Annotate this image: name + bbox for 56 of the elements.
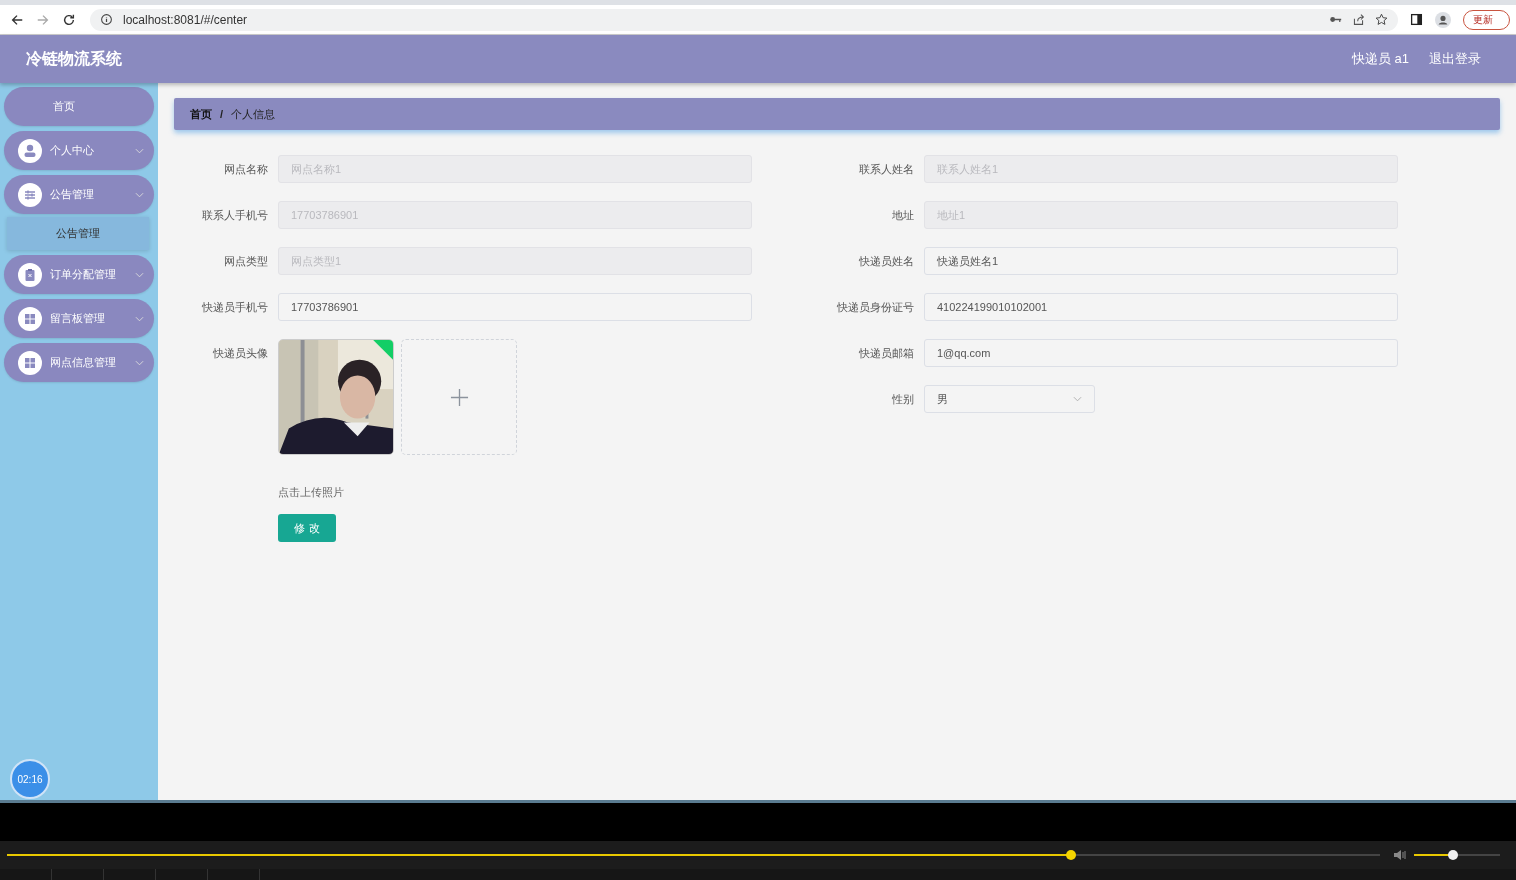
chevron-down-icon bbox=[135, 359, 144, 366]
breadcrumb-current: 个人信息 bbox=[231, 106, 276, 122]
progress-thumb[interactable] bbox=[1066, 850, 1077, 860]
chevron-down-icon bbox=[135, 191, 144, 198]
plus-icon bbox=[449, 387, 469, 407]
grid-icon bbox=[18, 350, 42, 375]
app-title: 冷链物流系统 bbox=[26, 48, 122, 69]
field-label: 快递员头像 bbox=[212, 346, 268, 361]
user-name: 快递员 a1 bbox=[1351, 50, 1409, 68]
input-field[interactable]: 快递员姓名1 bbox=[924, 247, 1398, 275]
timer-badge: 02:16 bbox=[10, 759, 50, 799]
field-label: 网点名称 bbox=[223, 162, 268, 177]
chevron-down-icon bbox=[1073, 396, 1082, 402]
chevron-down-icon bbox=[135, 147, 144, 154]
input-field[interactable]: 410224199010102001 bbox=[924, 293, 1398, 321]
field-label: 地址 bbox=[891, 208, 914, 223]
breadcrumb-link[interactable]: 首页 bbox=[190, 106, 212, 122]
field-label: 网点类型 bbox=[223, 254, 268, 269]
update-button[interactable]: 更新 bbox=[1463, 9, 1510, 30]
side-panel-icon[interactable] bbox=[1410, 13, 1423, 26]
address-field[interactable]: localhost:8081/#/center bbox=[90, 8, 1398, 31]
sidebar-item[interactable]: 首页 bbox=[4, 87, 154, 126]
info-icon[interactable] bbox=[100, 13, 113, 26]
chevron-down-icon bbox=[135, 315, 144, 322]
sidebar-item[interactable]: 个人中心 bbox=[4, 131, 154, 170]
field-label: 快递员身份证号 bbox=[836, 300, 914, 315]
modify-button[interactable]: 修 改 bbox=[278, 514, 336, 542]
field-label: 快递员邮箱 bbox=[858, 346, 914, 361]
sidebar-item[interactable]: 公告管理 bbox=[4, 175, 154, 214]
user-icon bbox=[18, 138, 42, 163]
field-label: 快递员手机号 bbox=[201, 300, 268, 315]
breadcrumb-separator: / bbox=[220, 108, 224, 120]
profile-icon[interactable] bbox=[1435, 11, 1451, 28]
logout-link[interactable]: 退出登录 bbox=[1429, 50, 1481, 68]
sliders-icon bbox=[18, 182, 42, 207]
field-label: 性别 bbox=[891, 392, 914, 407]
input-field[interactable]: 1@qq.com bbox=[924, 339, 1398, 367]
chevron-down-icon bbox=[135, 271, 144, 278]
sidebar-item[interactable]: 订单分配管理 bbox=[4, 255, 154, 294]
field-label: 快递员姓名 bbox=[858, 254, 914, 269]
share-icon[interactable] bbox=[1352, 13, 1365, 26]
grid-icon bbox=[18, 306, 42, 331]
sidebar-item[interactable]: 网点信息管理 bbox=[4, 343, 154, 382]
volume-thumb[interactable] bbox=[1447, 850, 1458, 860]
volume-icon[interactable] bbox=[1392, 847, 1408, 863]
star-icon[interactable] bbox=[1375, 13, 1388, 26]
clipboard-icon bbox=[18, 262, 42, 287]
upload-hint: 点击上传照片 bbox=[278, 485, 345, 500]
field-label: 联系人手机号 bbox=[201, 208, 268, 223]
submenu-item[interactable]: 公告管理 bbox=[7, 217, 149, 250]
reload-icon[interactable] bbox=[62, 12, 76, 27]
sidebar-item[interactable]: 留言板管理 bbox=[4, 299, 154, 338]
input-field[interactable]: 17703786901 bbox=[278, 293, 752, 321]
gender-select[interactable]: 男 bbox=[924, 385, 1095, 413]
field-label: 联系人姓名 bbox=[858, 162, 914, 177]
back-icon[interactable] bbox=[10, 12, 24, 27]
